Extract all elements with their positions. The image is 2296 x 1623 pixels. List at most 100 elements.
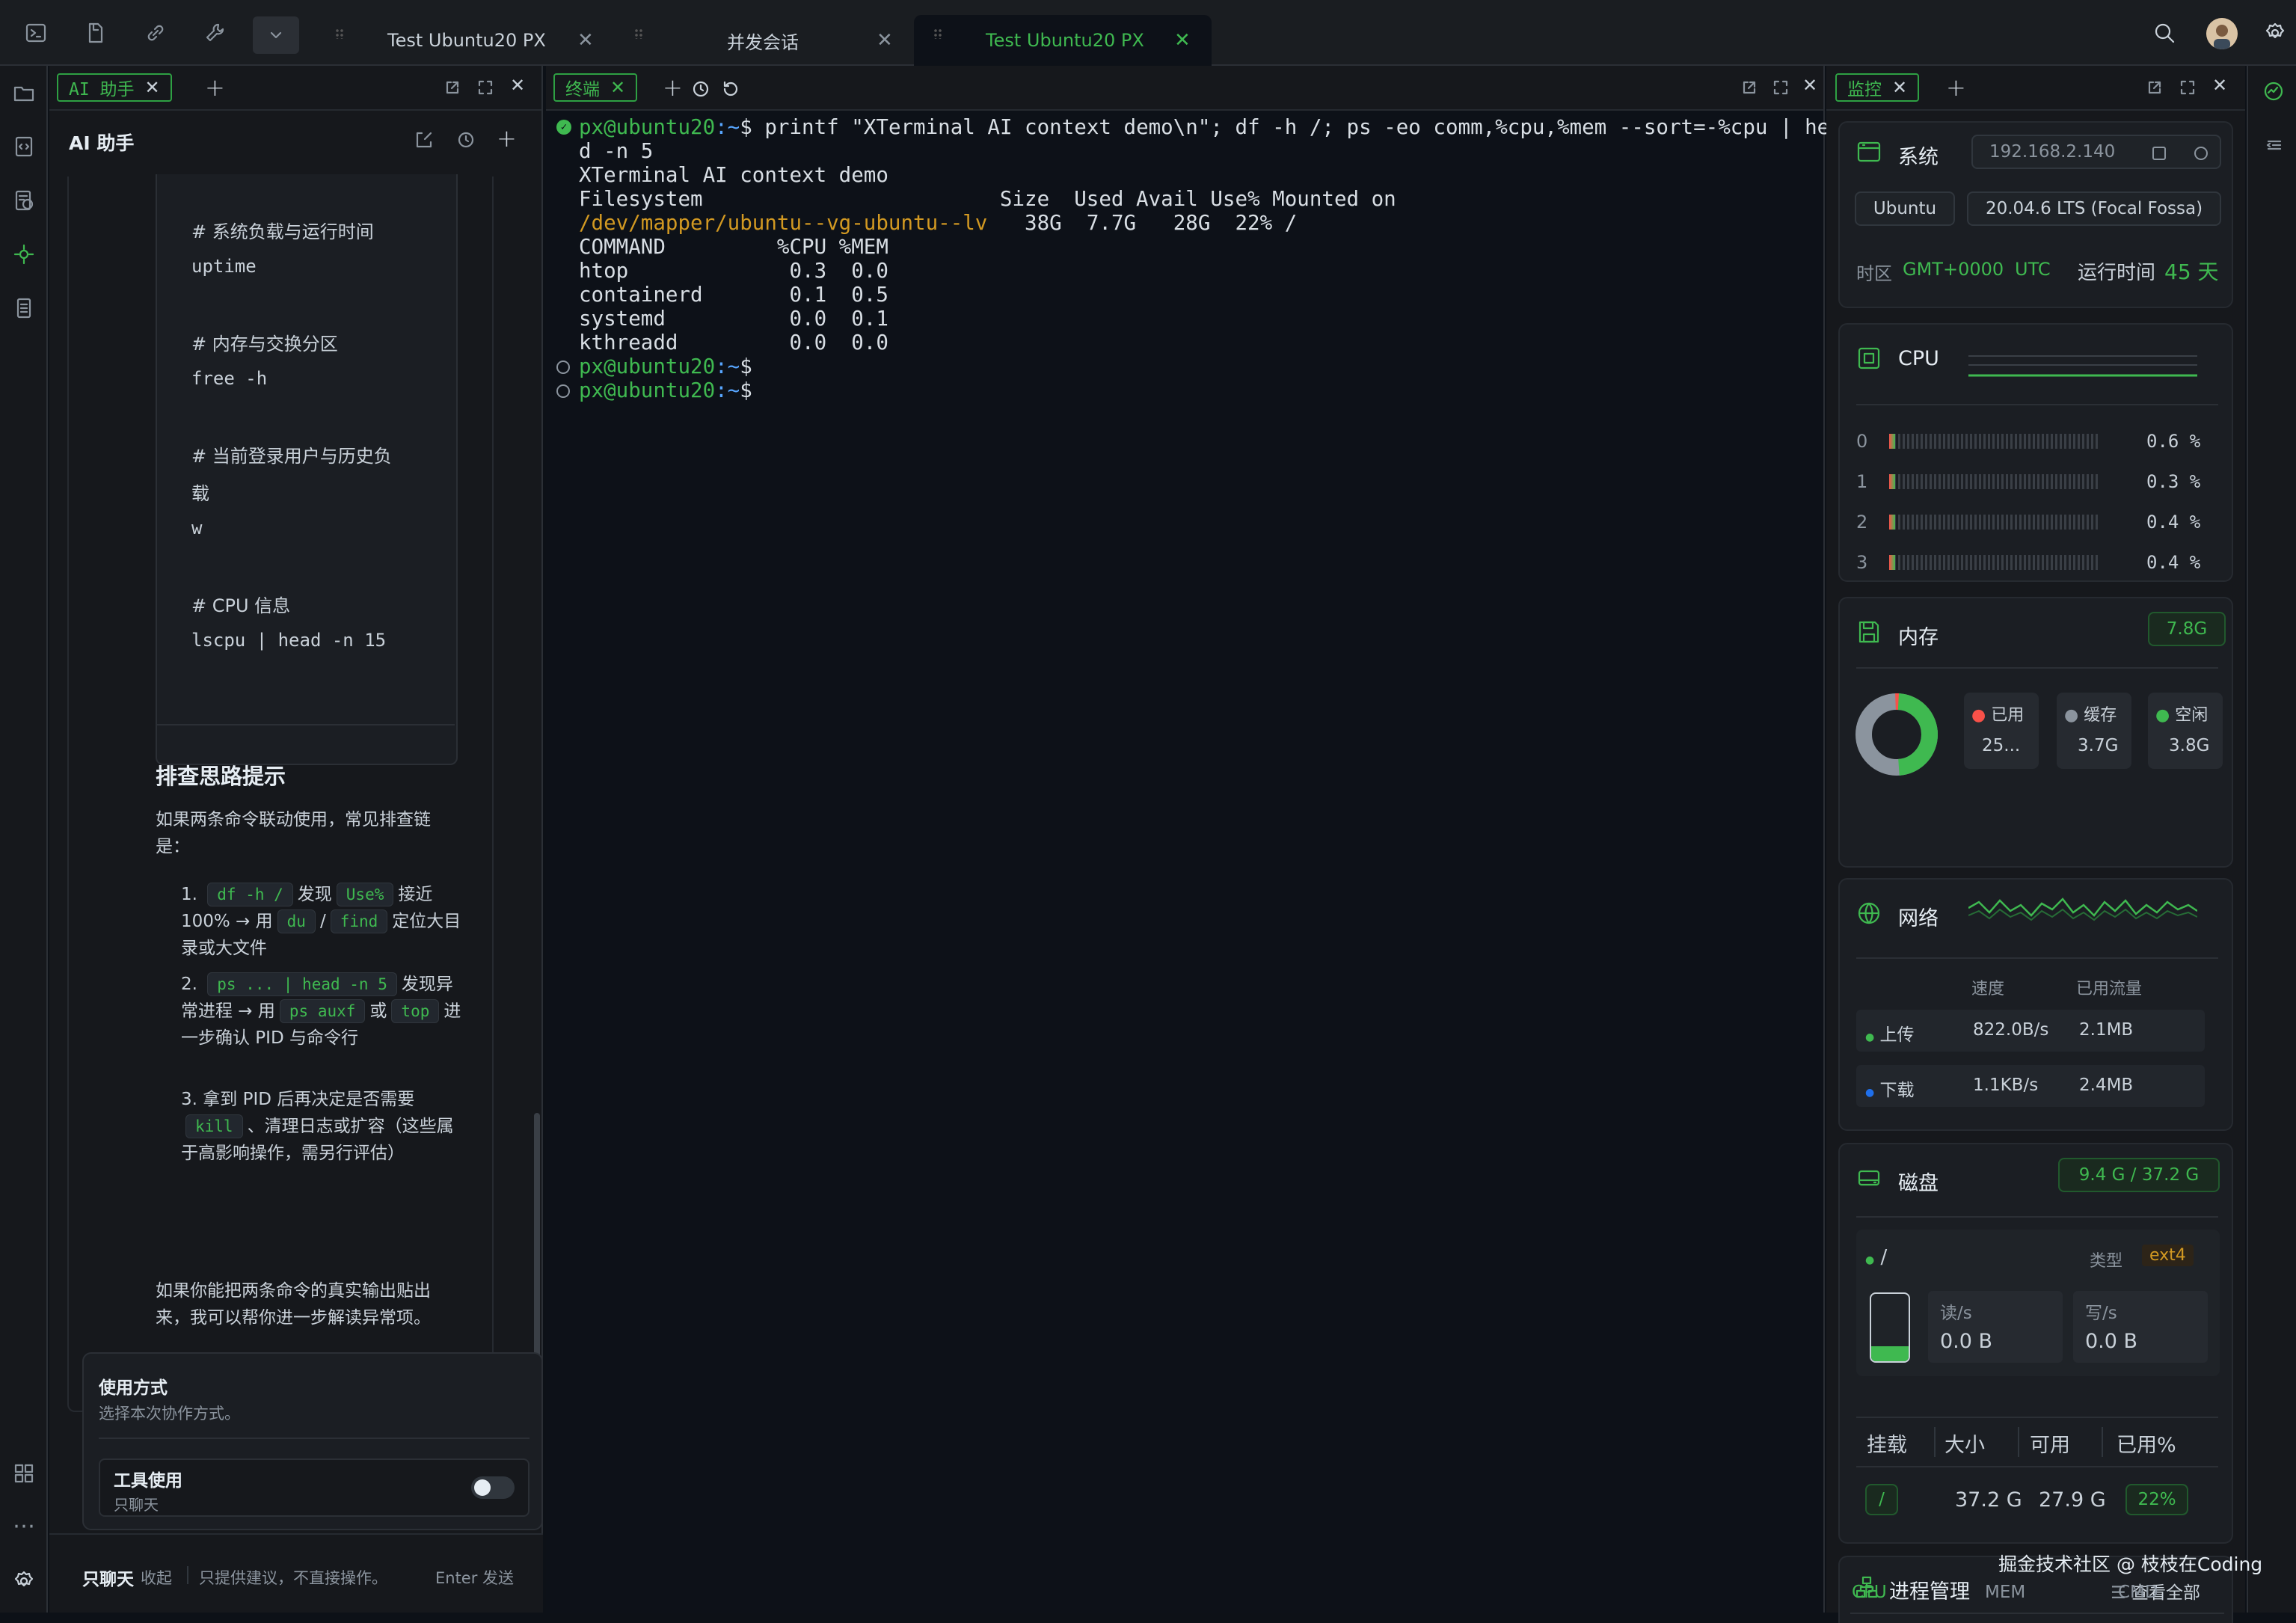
core-usage-bar — [1889, 555, 2099, 570]
terminal-line: d -n 5 — [579, 139, 654, 163]
divider — [1856, 404, 2218, 405]
maximize-icon[interactable] — [2179, 79, 2199, 99]
close-icon[interactable]: ✕ — [2212, 75, 2232, 96]
tab-cmd[interactable]: CMD — [2118, 1583, 2158, 1602]
wrench-icon[interactable] — [200, 18, 230, 48]
copy-icon[interactable] — [2152, 147, 2166, 160]
title-bar: Test Ubuntu20 PX ✕ 并发会话 ✕ Test Ubuntu20 … — [0, 0, 2296, 66]
drag-grip-icon[interactable] — [335, 28, 344, 39]
version-badge: 20.04.6 LTS (Focal Fossa) — [1967, 191, 2221, 226]
divider — [1856, 667, 2218, 669]
mode-description: 只提供建议，不直接操作。 — [199, 1569, 387, 1587]
search-icon[interactable] — [2149, 18, 2179, 48]
row-size: 37.2 G — [1955, 1488, 2022, 1512]
collapse-panel-icon[interactable] — [2259, 130, 2289, 160]
core-id: 1 — [1856, 471, 1868, 492]
send-hint[interactable]: Enter 发送 — [435, 1566, 514, 1589]
collapse-button[interactable]: 收起 — [141, 1566, 172, 1589]
tool-use-option[interactable]: 工具使用 只聊天 — [99, 1458, 530, 1517]
timezone-value: GMT+0000 — [1903, 259, 2004, 280]
maximize-icon[interactable] — [477, 79, 497, 99]
os-badge: Ubuntu — [1855, 191, 1955, 226]
history-icon[interactable] — [456, 130, 476, 150]
tab-terminal[interactable]: 终端 ✕ — [553, 73, 638, 102]
code-file-icon[interactable] — [9, 132, 39, 162]
code-line: # 当前登录用户与历史负 — [191, 446, 392, 467]
grid-icon[interactable] — [9, 1458, 39, 1488]
list-icon[interactable] — [9, 293, 39, 323]
terminal-line: htop 0.3 0.0 — [579, 259, 888, 283]
free-value: 3.8G — [2169, 736, 2210, 755]
divider — [1856, 1417, 2218, 1418]
add-tab-button[interactable]: + — [663, 73, 683, 102]
tab-session-1[interactable]: Test Ubuntu20 PX ✕ — [344, 15, 598, 66]
new-chat-icon[interactable] — [414, 130, 434, 150]
close-icon[interactable]: ✕ — [1802, 75, 1822, 96]
terminal-icon[interactable] — [21, 18, 51, 48]
closing-text: 如果你能把两条命令的真实输出贴出来，我可以帮你进一步解读异常项。 — [156, 1281, 431, 1328]
settings-gear-icon[interactable] — [9, 1566, 39, 1596]
cpu-sparkline — [1968, 350, 2197, 380]
history-doc-icon[interactable] — [9, 185, 39, 215]
settings-gear-icon[interactable] — [2260, 18, 2290, 48]
close-icon[interactable]: ✕ — [510, 75, 530, 96]
clock-icon[interactable] — [691, 79, 710, 99]
tab-session-3-active[interactable]: Test Ubuntu20 PX ✕ — [914, 15, 1212, 66]
more-icon[interactable]: ⋯ — [9, 1511, 39, 1541]
tab-ai-assistant[interactable]: AI 助手 ✕ — [57, 73, 172, 102]
write-label: 写/s — [2085, 1304, 2117, 1323]
close-icon[interactable]: ✕ — [610, 77, 625, 98]
disk-icon — [1856, 1165, 1882, 1191]
popout-icon[interactable] — [1741, 79, 1761, 99]
folder-icon[interactable] — [9, 78, 39, 108]
used-stat: ● 已用 25... — [1964, 693, 2039, 769]
tab-label: AI 助手 — [69, 80, 135, 99]
network-label: 网络 — [1898, 907, 1939, 930]
tab-session-2[interactable]: 并发会话 ✕ — [643, 15, 912, 66]
monitor-icon[interactable] — [2259, 76, 2289, 106]
chevron-down-icon[interactable] — [253, 16, 299, 54]
free-stat: ● 空闲 3.8G — [2148, 693, 2223, 769]
close-icon[interactable]: ✕ — [877, 29, 893, 52]
terminal-line: systemd 0.0 0.1 — [579, 307, 888, 331]
tab-monitor[interactable]: 监控 ✕ — [1835, 73, 1920, 102]
watermark: 掘金技术社区 @ 枝枝在Coding — [1998, 1553, 2263, 1575]
left-rail: ⋯ — [0, 66, 48, 1613]
maximize-icon[interactable] — [1772, 79, 1792, 99]
close-icon[interactable]: ✕ — [1174, 29, 1191, 52]
core-id: 3 — [1856, 552, 1868, 573]
close-icon[interactable]: ✕ — [577, 29, 594, 52]
add-button[interactable]: + — [497, 124, 517, 153]
terminal-output[interactable]: ✓ px@ubuntu20:~$ printf "XTerminal AI co… — [546, 112, 1842, 1608]
tab-mem[interactable]: MEM — [1985, 1583, 2025, 1602]
code-line: w — [191, 518, 203, 539]
ai-panel-header: AI 助手 ✕ + ✕ — [49, 66, 541, 111]
close-icon[interactable]: ✕ — [1892, 77, 1907, 98]
type-label: 类型 — [2090, 1252, 2123, 1271]
prompt-marker-icon — [556, 361, 570, 374]
ai-assistant-icon[interactable] — [9, 239, 39, 269]
download-label: 下载 — [1879, 1081, 1915, 1100]
memory-label: 内存 — [1898, 626, 1939, 649]
avatar[interactable] — [2206, 18, 2238, 49]
add-tab-button[interactable]: + — [205, 73, 225, 102]
file-icon[interactable] — [81, 18, 111, 48]
close-icon[interactable]: ✕ — [145, 77, 160, 98]
process-label: 进程管理 — [1889, 1580, 1970, 1604]
link-icon[interactable] — [141, 18, 171, 48]
mode-label[interactable]: 只聊天 — [82, 1565, 134, 1590]
popout-icon[interactable] — [444, 79, 464, 99]
tool-toggle[interactable] — [471, 1476, 515, 1499]
disk-fill-gauge — [1870, 1292, 1910, 1363]
free-label: 空闲 — [2175, 706, 2208, 725]
upload-total: 2.1MB — [2079, 1020, 2134, 1040]
ip-address-field[interactable]: 192.168.2.140 — [1971, 135, 2221, 169]
add-tab-button[interactable]: + — [1946, 73, 1966, 102]
settings-icon[interactable] — [2194, 147, 2208, 160]
history-icon[interactable] — [721, 79, 740, 99]
terminal-panel[interactable]: 终端 ✕ + ✕ ✓ px@ubuntu20:~$ printf "XTermi… — [546, 66, 1842, 1613]
popout-icon[interactable] — [2146, 79, 2166, 99]
drag-grip-icon[interactable] — [634, 28, 643, 39]
drag-grip-icon[interactable] — [933, 28, 942, 39]
tab-cpu[interactable]: CPU — [1852, 1583, 1887, 1602]
